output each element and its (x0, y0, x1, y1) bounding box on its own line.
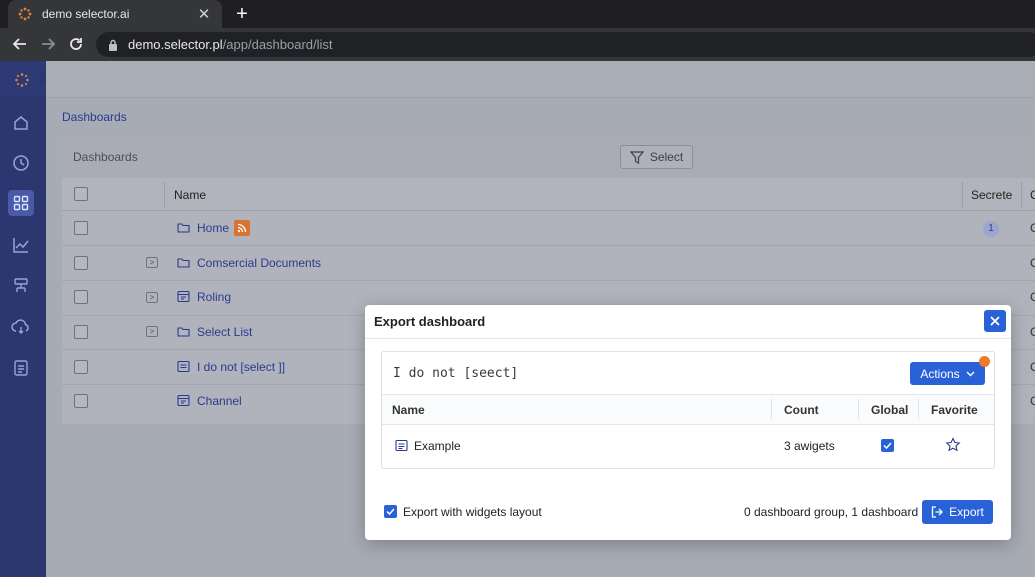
table-header (62, 178, 1035, 211)
expand-row-icon[interactable]: > (146, 292, 158, 303)
reload-icon[interactable] (66, 34, 86, 54)
actions-label: Actions (920, 366, 960, 381)
reports-icon[interactable] (8, 355, 34, 381)
column-header-global: Global (871, 403, 909, 417)
dashboard-icon (177, 290, 190, 303)
filter-icon (629, 150, 644, 164)
row-checkbox[interactable] (74, 221, 88, 235)
dialog-title: Export dashboard (374, 314, 486, 329)
row-label[interactable]: I do not [select ]] (197, 360, 285, 374)
dashboards-icon[interactable] (8, 190, 34, 216)
history-icon[interactable] (8, 150, 34, 176)
global-checkbox[interactable] (881, 439, 894, 452)
expand-row-icon[interactable]: > (146, 257, 158, 268)
actions-button[interactable]: Actions (910, 362, 985, 385)
notification-dot (979, 356, 990, 367)
document-icon (177, 360, 190, 373)
back-icon[interactable] (10, 34, 30, 54)
column-header-cut: C (1030, 188, 1035, 202)
column-divider (771, 399, 772, 419)
integrations-icon[interactable] (8, 273, 34, 299)
folder-icon (177, 223, 190, 233)
selected-item-name: I do not [seect] (393, 366, 519, 381)
chevron-down-icon (966, 371, 975, 376)
dashboard-icon (177, 394, 190, 407)
row-cut-cell: C (1030, 256, 1035, 270)
column-header-count: Count (784, 403, 819, 417)
export-layout-label[interactable]: Export with widgets layout (403, 505, 542, 519)
column-header-name[interactable]: Name (174, 188, 206, 202)
row-cut-cell: C (1030, 325, 1035, 339)
lock-icon (108, 39, 118, 51)
favorite-star-icon[interactable] (945, 437, 961, 453)
filter-select-button[interactable]: Select (620, 145, 693, 169)
close-icon (990, 316, 1000, 326)
column-header-name: Name (392, 403, 425, 417)
row-label[interactable]: Select List (197, 325, 252, 339)
panel-header (62, 136, 1035, 178)
export-button[interactable]: Export (922, 500, 993, 524)
column-divider (164, 182, 165, 208)
folder-icon (177, 327, 190, 337)
browser-tab[interactable]: demo selector.ai ✕ (8, 0, 222, 28)
row-checkbox[interactable] (74, 325, 88, 339)
checkmark-icon (386, 508, 395, 515)
row-cut-cell: C (1030, 290, 1035, 304)
browser-tabbar: demo selector.ai ✕ + (0, 0, 1035, 28)
breadcrumb[interactable]: Dashboards (62, 110, 127, 124)
folder-icon (177, 258, 190, 268)
analytics-icon[interactable] (8, 232, 34, 258)
site-favicon-icon (18, 7, 32, 21)
export-icon (932, 506, 944, 518)
url-host: demo.selector.pl (128, 37, 223, 52)
select-all-checkbox[interactable] (74, 187, 88, 201)
row-cut-cell: C (1030, 221, 1035, 235)
new-tab-button[interactable]: + (232, 3, 252, 25)
export-summary: 0 dashboard group, 1 dashboard (744, 505, 919, 519)
checkmark-icon (883, 442, 892, 449)
row-cut-cell: C (1030, 394, 1035, 408)
tab-close-icon[interactable]: ✕ (196, 5, 212, 23)
row-label[interactable]: Home (197, 221, 229, 235)
expand-row-icon[interactable]: > (146, 326, 158, 337)
row-label[interactable]: Comsercial Documents (197, 256, 321, 270)
logo-icon (15, 73, 29, 87)
secrete-count-badge: 1 (983, 221, 999, 237)
filter-label: Select (649, 150, 684, 164)
address-bar[interactable]: demo.selector.pl/app/dashboard/list (96, 32, 1035, 57)
panel-title: Dashboards (73, 150, 138, 164)
column-divider (962, 182, 963, 208)
forward-icon[interactable] (38, 34, 58, 54)
document-icon (395, 439, 408, 452)
column-divider (858, 399, 859, 419)
row-checkbox[interactable] (74, 394, 88, 408)
top-header (46, 61, 1035, 98)
column-divider (1021, 182, 1022, 208)
rss-icon[interactable] (234, 220, 250, 236)
row-checkbox[interactable] (74, 256, 88, 270)
row-label[interactable]: Roling (197, 290, 231, 304)
export-item-name: Example (414, 439, 461, 453)
dialog-divider (365, 338, 1011, 339)
column-divider (918, 399, 919, 419)
export-layout-checkbox[interactable] (384, 505, 397, 518)
url-path: /app/dashboard/list (222, 37, 333, 52)
column-header-favorite: Favorite (931, 403, 978, 417)
row-checkbox[interactable] (74, 360, 88, 374)
close-button[interactable] (984, 310, 1006, 332)
export-label-text: Export (949, 505, 984, 519)
row-checkbox[interactable] (74, 290, 88, 304)
browser-toolbar: demo.selector.pl/app/dashboard/list (0, 28, 1035, 61)
tab-title: demo selector.ai (42, 7, 130, 21)
home-icon[interactable] (8, 110, 34, 136)
row-label[interactable]: Channel (197, 394, 242, 408)
row-cut-cell: C (1030, 360, 1035, 374)
column-header-secrete[interactable]: Secrete (971, 188, 1012, 202)
export-item-count: 3 awigets (784, 439, 835, 453)
cloud-sync-icon[interactable] (8, 314, 34, 340)
